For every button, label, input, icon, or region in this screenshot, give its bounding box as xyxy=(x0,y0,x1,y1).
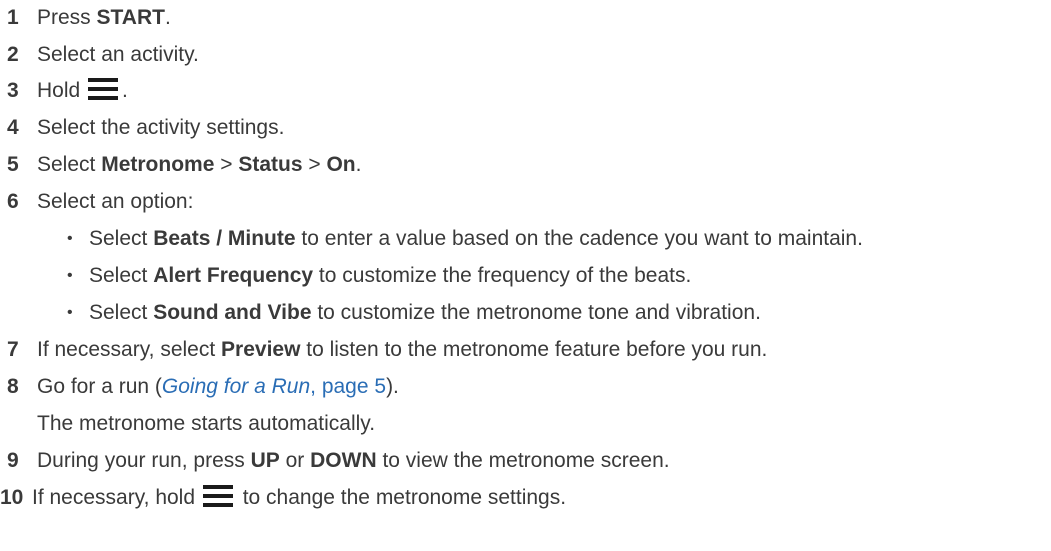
text-fragment: Select xyxy=(89,301,154,324)
step-text: During your run, press UP or DOWN to vie… xyxy=(37,449,670,472)
text-fragment: . xyxy=(122,79,128,102)
option-name-preview: Preview xyxy=(221,338,301,361)
step-10: 10 If necessary, hold to change the metro… xyxy=(0,482,566,514)
step-8: 8 Go for a run (Going for a Run, page 5). xyxy=(0,371,399,403)
menu-name-on: On xyxy=(326,153,356,176)
button-name-down: DOWN xyxy=(310,449,377,472)
text-fragment: Select xyxy=(37,153,102,176)
option-item: • Select Alert Frequency to customize the… xyxy=(67,260,691,292)
separator: > xyxy=(214,153,239,176)
step-number: 5 xyxy=(7,153,19,176)
step-5: 5 Select Metronome > Status > On. xyxy=(0,149,361,181)
step-9: 9 During your run, press UP or DOWN to vi… xyxy=(0,445,670,477)
bullet: • xyxy=(67,230,73,247)
option-item: • Select Beats / Minute to enter a value … xyxy=(67,223,863,255)
step-number: 2 xyxy=(7,43,19,66)
button-name-up: UP xyxy=(250,449,280,472)
option-name: Beats / Minute xyxy=(153,227,296,250)
text-fragment: Select xyxy=(89,227,154,250)
text-fragment: or xyxy=(279,449,311,472)
step-number: 9 xyxy=(7,449,19,472)
step-text: Select an option: xyxy=(37,190,194,213)
step-8-continuation: The metronome starts automatically. xyxy=(37,408,375,440)
text-fragment: to enter a value based on the cadence yo… xyxy=(295,227,863,250)
link-page: , page 5 xyxy=(310,375,387,398)
text-fragment: to customize the metronome tone and vibr… xyxy=(311,301,761,324)
step-text: If necessary, hold to change the metrono… xyxy=(32,485,567,509)
step-text: Select the activity settings. xyxy=(37,116,285,139)
text-fragment: to view the metronome screen. xyxy=(376,449,670,472)
link-title: Going for a Run xyxy=(161,375,311,398)
text-fragment: . xyxy=(164,6,171,29)
separator: > xyxy=(302,153,327,176)
text-fragment: During your run, press xyxy=(37,449,251,472)
step-text: If necessary, select Preview to listen t… xyxy=(37,338,767,361)
text-fragment: Select xyxy=(89,264,154,287)
text-fragment: If necessary, hold xyxy=(32,486,201,509)
menu-icon xyxy=(202,485,233,507)
step-2: 2 Select an activity. xyxy=(0,39,199,71)
step-1: 1 Press START. xyxy=(0,2,171,34)
step-text: Hold . xyxy=(37,78,128,102)
step-text: The metronome starts automatically. xyxy=(37,412,376,435)
step-text: Select Metronome > Status > On. xyxy=(37,153,361,176)
option-name: Sound and Vibe xyxy=(153,301,312,324)
bullet: • xyxy=(67,267,73,284)
step-text: Select an activity. xyxy=(37,43,199,66)
menu-icon xyxy=(88,78,119,100)
bullet: • xyxy=(67,304,73,321)
step-number: 6 xyxy=(7,190,19,213)
text-fragment: to change the metronome settings. xyxy=(236,486,567,509)
text-fragment: Go for a run ( xyxy=(37,375,162,398)
text-fragment: If necessary, select xyxy=(37,338,222,361)
instruction-page: 1 Press START. 2 Select an activity. 3 Hold… xyxy=(0,0,1051,551)
step-number: 7 xyxy=(7,338,19,361)
menu-name-metronome: Metronome xyxy=(101,153,215,176)
step-text: Go for a run (Going for a Run, page 5). xyxy=(37,375,399,398)
step-number: 1 xyxy=(7,6,19,29)
step-number: 10 xyxy=(0,486,24,509)
menu-name-status: Status xyxy=(238,153,303,176)
text-fragment: to listen to the metronome feature befor… xyxy=(300,338,768,361)
step-7: 7 If necessary, select Preview to listen … xyxy=(0,334,767,366)
step-text: Press START. xyxy=(37,6,171,29)
step-number: 3 xyxy=(7,79,19,102)
step-number: 4 xyxy=(7,116,19,139)
step-4: 4 Select the activity settings. xyxy=(0,112,284,144)
option-item: • Select Sound and Vibe to customize the … xyxy=(67,297,761,329)
step-3: 3 Hold . xyxy=(0,75,128,107)
text-fragment: . xyxy=(355,153,362,176)
step-number: 8 xyxy=(7,375,19,398)
text-fragment: ). xyxy=(386,375,399,398)
cross-reference-link[interactable]: Going for a Run, page 5 xyxy=(162,375,386,398)
step-6: 6 Select an option: xyxy=(0,186,193,218)
option-name: Alert Frequency xyxy=(153,264,314,287)
text-fragment: Press xyxy=(37,6,97,29)
text-fragment: Hold xyxy=(37,79,87,102)
text-fragment: to customize the frequency of the beats. xyxy=(313,264,692,287)
button-name-start: START xyxy=(96,6,165,29)
